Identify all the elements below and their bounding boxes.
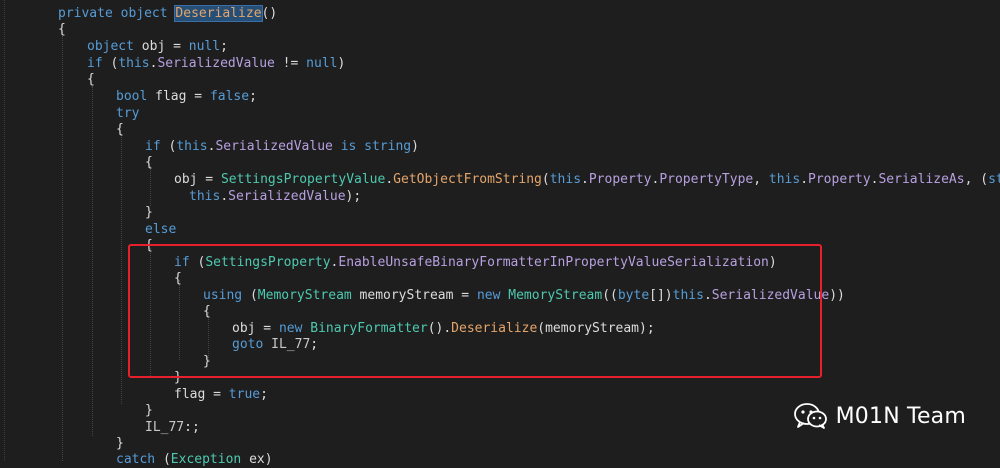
code-token: .	[385, 172, 394, 187]
code-body[interactable]: private object Deserialize(){object obj …	[0, 0, 1000, 467]
watermark-text: M01N Team	[835, 403, 966, 429]
code-line[interactable]: catch (Exception ex)	[116, 451, 273, 468]
code-token: )	[337, 56, 346, 71]
code-token: {	[145, 155, 153, 170]
code-line[interactable]: {	[116, 121, 124, 138]
code-line[interactable]: this.SerializedValue);	[189, 188, 361, 205]
code-token: private	[58, 6, 121, 21]
code-token: ()	[261, 6, 278, 21]
code-token: ;	[249, 89, 257, 104]
code-token: SerializeAs	[878, 172, 965, 187]
code-token: SerializedValue	[157, 56, 275, 71]
code-token: SerializedValue	[228, 189, 346, 204]
code-line[interactable]: if (this.SerializedValue != null)	[87, 55, 345, 72]
code-token: string	[988, 172, 1000, 187]
code-token: ;	[260, 387, 268, 402]
code-token: this	[176, 139, 208, 154]
highlight-box	[128, 244, 822, 378]
code-token: PropertyType	[659, 172, 754, 187]
code-token: (	[541, 172, 550, 187]
code-token: {	[87, 72, 95, 87]
code-token: catch	[116, 452, 163, 467]
code-token: if	[87, 56, 111, 71]
code-token: SerializedValue	[215, 139, 333, 154]
code-token: Exception	[170, 452, 242, 467]
code-line[interactable]: if (this.SerializedValue is string)	[145, 138, 419, 155]
code-token: bool	[116, 89, 156, 104]
code-line[interactable]: obj = SettingsPropertyValue.GetObjectFro…	[174, 171, 1000, 188]
code-line[interactable]: {	[58, 21, 66, 38]
code-line[interactable]: }	[145, 402, 153, 419]
code-token: flag =	[174, 387, 229, 402]
code-line[interactable]: }	[116, 435, 124, 452]
code-token: false	[209, 89, 250, 104]
code-token: true	[228, 387, 261, 402]
code-line[interactable]: bool flag = false;	[116, 88, 257, 105]
code-token: }	[145, 403, 153, 418]
code-token: object	[120, 6, 176, 21]
code-token: }	[116, 436, 124, 451]
wechat-icon	[793, 402, 828, 430]
code-line[interactable]: flag = true;	[174, 386, 268, 403]
code-line[interactable]: try	[116, 105, 139, 122]
code-token: else	[145, 222, 177, 237]
code-token: ex)	[241, 452, 273, 467]
code-line[interactable]: private object Deserialize()	[58, 5, 277, 22]
code-token: null	[306, 56, 338, 71]
code-token: this	[118, 56, 150, 71]
code-token: , (	[964, 172, 989, 187]
code-line[interactable]: else	[145, 221, 176, 238]
code-token: try	[116, 106, 140, 121]
code-line[interactable]: IL_77:;	[145, 419, 200, 436]
code-token: {	[116, 122, 124, 137]
code-token: );	[345, 189, 362, 204]
code-token: .	[581, 172, 589, 187]
code-line[interactable]: }	[145, 204, 153, 221]
code-token: Property	[588, 172, 652, 187]
code-token: flag =	[155, 89, 210, 104]
watermark: M01N Team	[793, 402, 966, 430]
code-token: IL_77	[145, 420, 185, 435]
code-token: obj =	[141, 39, 189, 54]
code-line[interactable]: {	[87, 71, 95, 88]
code-line[interactable]: object obj = null;	[87, 38, 228, 55]
code-token: (	[162, 452, 171, 467]
code-token: Property	[808, 172, 871, 187]
code-token: ))	[829, 288, 845, 303]
code-token: )	[411, 139, 419, 154]
code-token: string	[364, 139, 412, 154]
code-token: object	[87, 39, 142, 54]
code-token: :;	[184, 420, 200, 435]
code-token: !=	[274, 56, 307, 71]
code-token: ;	[220, 39, 228, 54]
code-token: if	[145, 139, 169, 154]
code-token: this	[189, 189, 221, 204]
code-token: .	[220, 189, 229, 204]
code-token: null	[188, 39, 221, 54]
code-token: ,	[753, 172, 769, 187]
code-token: .	[800, 172, 809, 187]
code-token: {	[58, 22, 66, 37]
code-token: }	[145, 205, 153, 220]
code-token: GetObjectFromString	[393, 172, 542, 187]
code-token: this	[768, 172, 801, 187]
code-token: Deserialize	[174, 5, 263, 22]
code-token: this	[549, 172, 582, 187]
code-token: obj =	[174, 172, 221, 187]
code-line[interactable]: {	[145, 154, 153, 171]
code-token: is	[340, 139, 365, 154]
code-token: SettingsPropertyValue	[220, 172, 386, 187]
code-editor[interactable]: private object Deserialize(){object obj …	[0, 0, 1000, 467]
